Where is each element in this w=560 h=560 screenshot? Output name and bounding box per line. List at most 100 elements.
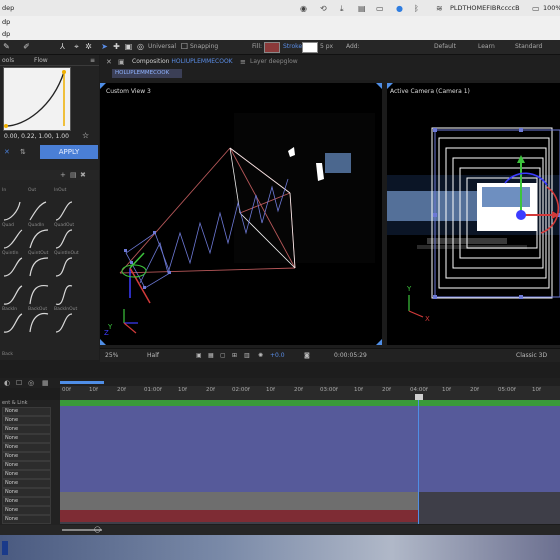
star-pin-icon[interactable]: ✲	[84, 42, 93, 51]
shy-icon[interactable]: ☐	[16, 379, 22, 387]
stroke-swatch[interactable]	[302, 42, 318, 53]
tab-layer[interactable]: Layer deepglow	[250, 58, 298, 65]
parent-dropdown[interactable]: None	[2, 407, 51, 416]
panel-menu-icon[interactable]: ≡	[90, 57, 95, 64]
region-of-interest-icon[interactable]: ▣	[196, 352, 202, 359]
curve-handle-out[interactable]	[62, 70, 66, 74]
composition-panel-header: ✕ ▣ Composition HOLIUPLEMMECOOK ≡ Layer …	[100, 55, 560, 80]
menu-item-1[interactable]: dp	[2, 18, 10, 26]
brush-icon[interactable]: ✐	[22, 42, 31, 51]
curve-graph[interactable]	[4, 68, 70, 130]
download-icon[interactable]: ⤓	[340, 4, 344, 14]
parent-dropdown[interactable]: None	[2, 452, 51, 461]
pen-icon[interactable]: ✎	[2, 42, 11, 51]
messenger-icon[interactable]: ●	[396, 4, 403, 13]
parent-dropdown[interactable]: None	[2, 488, 51, 497]
apply-button[interactable]: APPLY	[40, 145, 98, 159]
tab-tools[interactable]: ools	[2, 57, 14, 64]
display-icon[interactable]: ▭	[376, 4, 384, 13]
close-x-icon[interactable]: ✕	[4, 148, 10, 156]
easing-curve-editor[interactable]	[3, 67, 71, 131]
solo-icon[interactable]: ◐	[4, 379, 10, 387]
motion-blur-icon[interactable]: ◎	[28, 379, 34, 387]
zoom-dropdown[interactable]: 25%	[105, 352, 118, 359]
ruler-tick: 04:00f	[410, 387, 428, 393]
notes-icon[interactable]: ▤	[358, 4, 366, 13]
tab-flow[interactable]: Flow	[34, 57, 48, 64]
viewport-custom-view[interactable]: Custom View 3 Y Z	[100, 83, 382, 345]
snapping-checkbox-icon[interactable]: ☐	[180, 42, 189, 51]
puppet-icon[interactable]: ⅄	[58, 42, 67, 51]
parent-dropdown[interactable]: None	[2, 443, 51, 452]
track-bar[interactable]	[60, 492, 418, 510]
ruler-tick: 10f	[532, 387, 541, 393]
exposure-icon[interactable]: ✺	[258, 352, 263, 359]
network-name[interactable]: PLDTHOMEFIBRccccB	[450, 4, 520, 12]
parent-dropdown[interactable]: None	[2, 479, 51, 488]
panel-menu-icon[interactable]: ≡	[240, 58, 246, 66]
universal-label[interactable]: Universal	[148, 43, 176, 50]
work-area-bar[interactable]	[60, 381, 104, 384]
add-label[interactable]: Add:	[346, 43, 360, 50]
tab-composition[interactable]: Composition HOLIUPLEMMECOOK	[132, 58, 233, 65]
app-title-fragment: dep	[2, 4, 15, 12]
time-machine-icon[interactable]: ⟲	[320, 4, 327, 13]
folder-icon[interactable]: ▤	[70, 171, 77, 179]
svg-text:Y: Y	[406, 285, 412, 293]
parent-dropdown[interactable]: None	[2, 470, 51, 479]
zoom-tool-icon[interactable]: ▣	[124, 42, 133, 51]
battery-icon[interactable]: ▭	[532, 4, 540, 13]
wifi-icon[interactable]: ≋	[436, 4, 443, 13]
resolution-dropdown[interactable]: Half	[147, 352, 159, 359]
workspace-standard[interactable]: Standard	[515, 43, 542, 50]
time-ruler[interactable]: 00f 10f 20f 01:00f 10f 20f 02:00f 10f 20…	[60, 386, 560, 400]
workspace-default[interactable]: Default	[434, 43, 456, 50]
bluetooth-icon[interactable]: ᛒ	[414, 4, 419, 13]
favorite-star-icon[interactable]: ☆	[82, 131, 89, 140]
fill-swatch[interactable]	[264, 42, 280, 53]
current-time[interactable]: 0:00:05:29	[334, 352, 367, 359]
lock-icon[interactable]: ▣	[118, 58, 125, 66]
add-icon[interactable]: +	[60, 171, 66, 179]
snapshot-icon[interactable]: ◙	[304, 352, 310, 359]
dock-app-icon[interactable]	[2, 541, 8, 555]
graph-editor-icon[interactable]: ▦	[42, 379, 49, 387]
parent-dropdown[interactable]: None	[2, 425, 51, 434]
parent-dropdown[interactable]: None	[2, 515, 51, 524]
workspace-learn[interactable]: Learn	[478, 43, 495, 50]
parent-dropdown[interactable]: None	[2, 497, 51, 506]
track-bar[interactable]	[60, 406, 560, 492]
selection-tool-icon[interactable]: ➤	[100, 42, 109, 51]
sort-icon[interactable]: ⇅	[20, 148, 26, 156]
guides-icon[interactable]: ⊞	[232, 352, 237, 359]
creative-cloud-icon[interactable]: ◉	[300, 4, 307, 13]
channel-icon[interactable]: ▥	[244, 352, 250, 359]
parent-dropdown[interactable]: None	[2, 506, 51, 515]
preset-curves[interactable]	[0, 182, 99, 360]
playhead-line[interactable]	[418, 400, 419, 524]
menu-item-2[interactable]: dp	[2, 30, 10, 38]
zoom-slider-handle[interactable]: ◯	[94, 526, 101, 533]
parent-dropdown[interactable]: None	[2, 416, 51, 425]
stroke-label: Stroke:	[283, 43, 305, 50]
orbit-tool-icon[interactable]: ◎	[136, 42, 145, 51]
ruler-tick: 20f	[382, 387, 391, 393]
breadcrumb[interactable]: HOLUPLEMMECOOK	[112, 69, 182, 78]
curve-values[interactable]: 0.00, 0.22, 1.00, 1.00	[4, 133, 69, 140]
mask-visibility-icon[interactable]: ▢	[220, 352, 226, 359]
pin-icon[interactable]: ⌖	[72, 42, 81, 51]
close-icon[interactable]: ✕	[106, 58, 112, 66]
parent-dropdown[interactable]: None	[2, 461, 51, 470]
stroke-width[interactable]: 5 px	[320, 43, 333, 50]
timeline-tracks[interactable]	[60, 400, 560, 524]
curve-handle-in[interactable]	[4, 124, 8, 128]
hand-tool-icon[interactable]: ✚	[112, 42, 121, 51]
snapping-label[interactable]: Snapping	[190, 43, 218, 50]
transparency-grid-icon[interactable]: ▦	[208, 352, 214, 359]
exposure-value[interactable]: +0.0	[270, 352, 285, 359]
delete-icon[interactable]: ✖	[80, 171, 86, 179]
track-bar[interactable]	[60, 510, 418, 522]
renderer-dropdown[interactable]: Classic 3D	[516, 352, 547, 359]
viewport-active-camera[interactable]: Active Camera (Camera 1) Y X	[387, 83, 560, 345]
parent-dropdown[interactable]: None	[2, 434, 51, 443]
